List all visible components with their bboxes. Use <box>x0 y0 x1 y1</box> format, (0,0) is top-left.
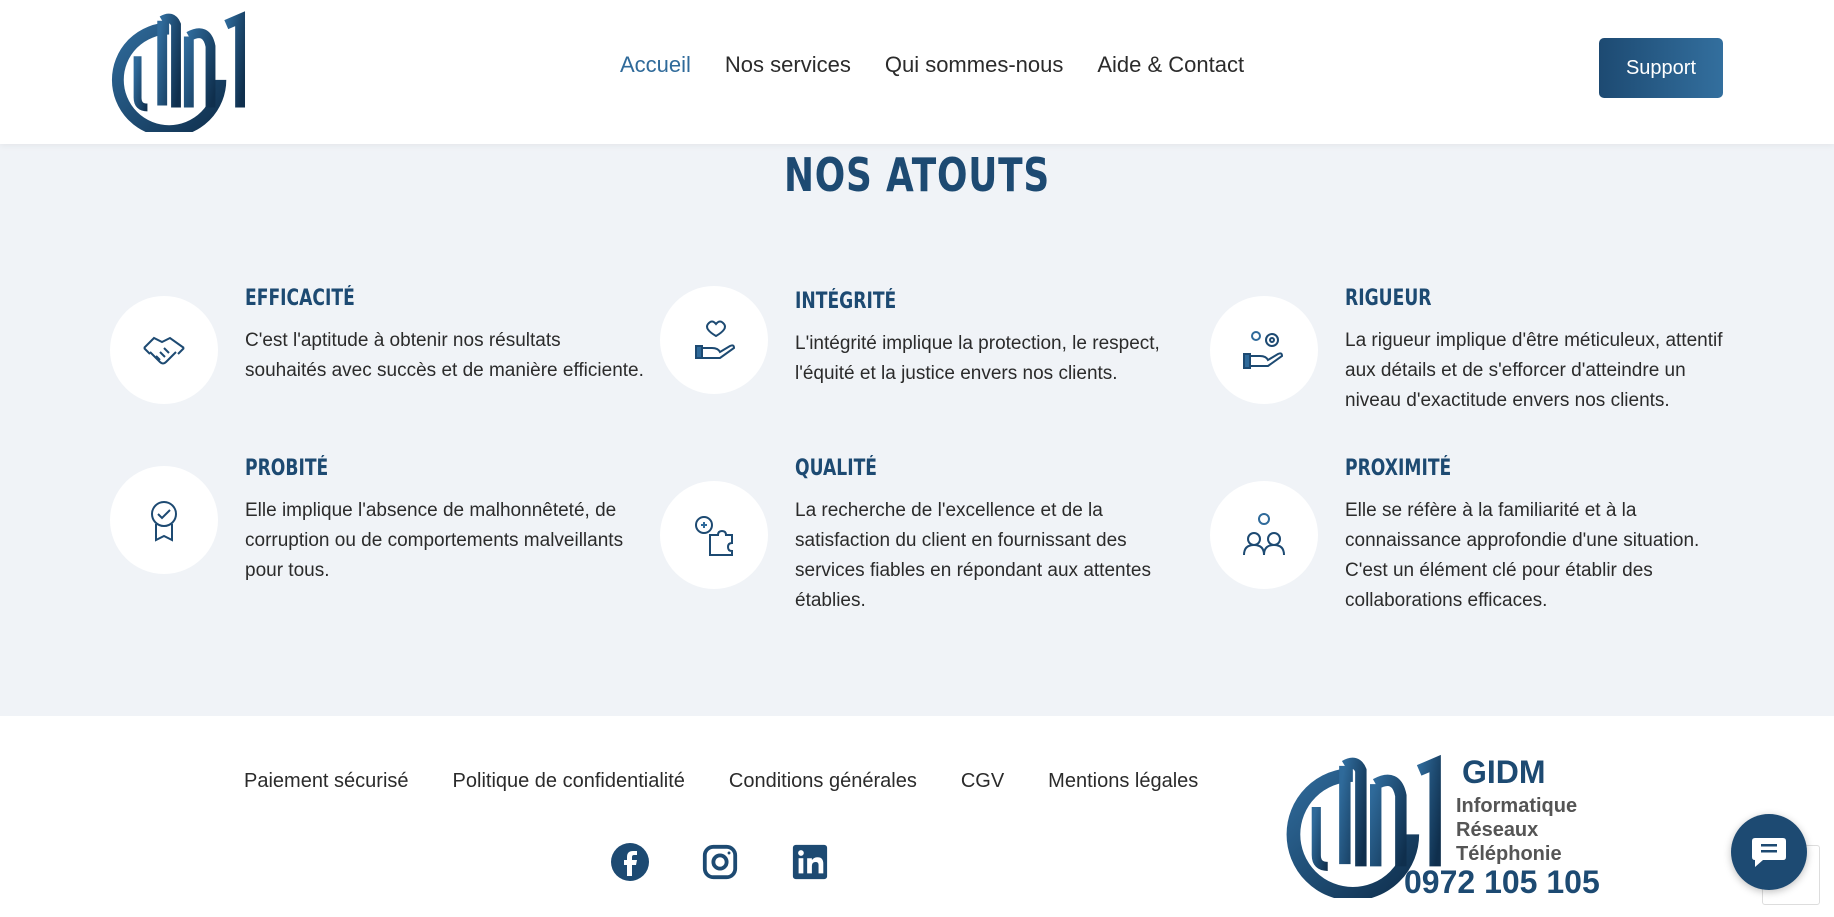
footer-link-conditions[interactable]: Conditions générales <box>729 770 917 793</box>
atout-text: Elle se réfère à la familiarité et à la … <box>1345 500 1700 611</box>
atout-text: La recherche de l'excellence et de la sa… <box>795 500 1151 611</box>
tagline-line: Réseaux <box>1456 819 1539 841</box>
nav-accueil[interactable]: Accueil <box>620 52 691 78</box>
handshake-icon <box>110 296 218 404</box>
footer-link-cgv[interactable]: CGV <box>961 770 1004 793</box>
tagline-line: Informatique <box>1456 795 1578 817</box>
atout-text: La rigueur implique d'être méticuleux, a… <box>1345 330 1723 411</box>
gear-hand-icon <box>1210 296 1318 404</box>
social-links <box>610 842 830 882</box>
nav-aide-contact[interactable]: Aide & Contact <box>1097 52 1244 78</box>
tagline-line: Téléphonie <box>1456 843 1562 865</box>
atout-item: PROXIMITÉ Elle se réfère à la familiarit… <box>1210 456 1770 616</box>
idea-puzzle-icon <box>660 481 768 589</box>
award-badge-icon <box>110 466 218 574</box>
atout-title: RIGUEUR <box>1345 286 1432 311</box>
atout-item: INTÉGRITÉ L'intégrité implique la protec… <box>660 286 1220 416</box>
people-idea-icon <box>1210 481 1318 589</box>
footer-tagline: Informatique Réseaux Téléphonie <box>1456 794 1577 866</box>
footer-phone: 0972 105 105 <box>1404 864 1600 900</box>
atout-title: INTÉGRITÉ <box>795 289 897 314</box>
footer-brand: GIDM <box>1462 754 1546 790</box>
nav-qui-sommes-nous[interactable]: Qui sommes-nous <box>885 52 1064 78</box>
atout-title: QUALITÉ <box>795 456 878 481</box>
footer-links: Paiement sécurisé Politique de confident… <box>244 770 1198 793</box>
atout-text: Elle implique l'absence de malhonnêteté,… <box>245 500 624 581</box>
footer-link-politique[interactable]: Politique de confidentialité <box>453 770 685 793</box>
atout-item: QUALITÉ La recherche de l'excellence et … <box>660 456 1220 616</box>
instagram-icon[interactable] <box>700 842 740 882</box>
nav-nos-services[interactable]: Nos services <box>725 52 851 78</box>
atout-item: EFFICACITÉ C'est l'aptitude à obtenir no… <box>110 286 670 416</box>
main-nav: Accueil Nos services Qui sommes-nous Aid… <box>620 52 1244 78</box>
atout-title: PROBITÉ <box>245 456 329 481</box>
atouts-section: NOS ATOUTS EFFICACITÉ C'est l'aptitude à… <box>0 144 1834 716</box>
atout-item: PROBITÉ Elle implique l'absence de malho… <box>110 456 670 586</box>
atout-text: L'intégrité implique la protection, le r… <box>795 333 1160 384</box>
footer-link-paiement[interactable]: Paiement sécurisé <box>244 770 409 793</box>
atout-title: PROXIMITÉ <box>1345 456 1452 481</box>
chat-icon <box>1752 838 1786 867</box>
heart-hand-icon <box>660 286 768 394</box>
section-title: NOS ATOUTS <box>783 148 1051 202</box>
footer-link-mentions[interactable]: Mentions légales <box>1048 770 1198 793</box>
atout-title: EFFICACITÉ <box>245 286 355 311</box>
gidm-logo[interactable] <box>108 8 246 132</box>
site-header: Accueil Nos services Qui sommes-nous Aid… <box>0 0 1834 144</box>
atout-text: C'est l'aptitude à obtenir nos résultats… <box>245 330 644 381</box>
linkedin-icon[interactable] <box>790 842 830 882</box>
support-button[interactable]: Support <box>1599 38 1723 98</box>
atout-item: RIGUEUR La rigueur implique d'être métic… <box>1210 286 1770 416</box>
chat-button[interactable] <box>1731 814 1807 890</box>
facebook-icon[interactable] <box>610 842 650 882</box>
